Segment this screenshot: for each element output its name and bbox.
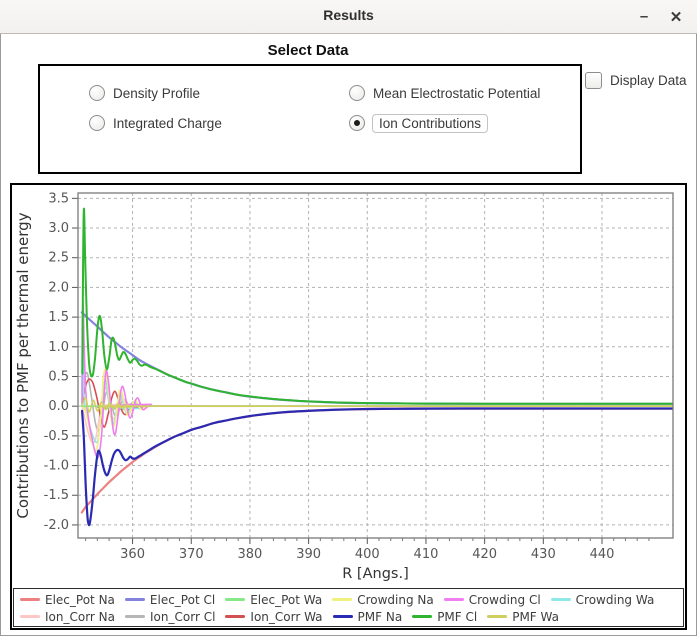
legend-label: PMF Cl <box>437 609 478 624</box>
legend-swatch <box>487 615 508 618</box>
radio-circle[interactable] <box>89 115 105 131</box>
svg-text:R [Angs.]: R [Angs.] <box>342 566 408 582</box>
display-data-label: Display Data <box>610 73 687 88</box>
select-data-groupbox: Density Profile Integrated Charge Mean E… <box>38 64 582 174</box>
display-data-option[interactable]: Display Data <box>585 72 687 89</box>
legend-label: Ion_Corr Cl <box>150 609 216 624</box>
legend-swatch <box>332 615 353 618</box>
legend-label: Crowding Cl <box>468 592 541 607</box>
svg-text:440: 440 <box>590 547 615 562</box>
legend-swatch <box>20 615 40 618</box>
legend-label: PMF Wa <box>512 609 559 624</box>
svg-text:0.5: 0.5 <box>48 369 69 384</box>
legend-swatch <box>550 598 571 601</box>
radio-label: Ion Contributions <box>372 113 489 133</box>
svg-text:380: 380 <box>238 547 263 562</box>
legend-swatch <box>225 598 246 601</box>
legend-label: Elec_Pot Wa <box>250 592 323 607</box>
radio-circle[interactable] <box>89 85 105 101</box>
radio-mean-electrostatic-potential[interactable]: Mean Electrostatic Potential <box>349 83 540 103</box>
select-data-heading: Select Data <box>267 42 349 59</box>
radio-circle[interactable] <box>349 85 365 101</box>
svg-text:-0.5: -0.5 <box>44 429 69 444</box>
legend-swatch <box>20 598 40 601</box>
legend-swatch <box>443 598 464 601</box>
svg-text:1.5: 1.5 <box>48 310 69 325</box>
legend-item: Elec_Pot Wa <box>225 593 322 607</box>
radio-density-profile[interactable]: Density Profile <box>89 83 200 103</box>
legend-item: PMF Na <box>332 609 403 624</box>
minimize-icon[interactable]: – <box>629 0 659 33</box>
svg-text:400: 400 <box>355 547 380 562</box>
radio-integrated-charge[interactable]: Integrated Charge <box>89 113 222 133</box>
svg-text:1.0: 1.0 <box>48 340 69 355</box>
close-icon[interactable]: ✕ <box>661 0 691 33</box>
radio-label: Integrated Charge <box>113 115 222 131</box>
legend-label: Ion_Corr Na <box>45 609 116 624</box>
svg-text:-1.0: -1.0 <box>44 459 69 474</box>
results-window: Results – ✕ Select Data Density Profile … <box>0 0 697 636</box>
radio-label: Density Profile <box>113 85 201 101</box>
legend-label: PMF Na <box>357 609 403 624</box>
svg-text:410: 410 <box>414 547 439 562</box>
legend-item: Elec_Pot Na <box>20 593 115 607</box>
legend-item: Ion_Corr Wa <box>225 609 323 624</box>
legend-label: Elec_Pot Na <box>45 592 115 607</box>
legend-label: Crowding Na <box>357 592 434 607</box>
chart-panel: 360 370 380 390 400 410 420 430 440 -2.0 -1.5 -1.0 -… <box>10 183 687 630</box>
svg-text:2.5: 2.5 <box>48 251 69 266</box>
legend-row: Ion_Corr Na Ion_Corr Cl Ion_Corr Wa PMF Na P… <box>20 608 679 625</box>
svg-text:370: 370 <box>179 547 204 562</box>
legend-swatch <box>125 615 146 618</box>
legend-label: Elec_Pot Cl <box>149 592 216 607</box>
legend-label: Ion_Corr Wa <box>250 609 323 624</box>
svg-text:360: 360 <box>120 547 145 562</box>
svg-text:Contributions to PMF per therm: Contributions to PMF per thermal energy <box>14 212 32 518</box>
svg-text:390: 390 <box>296 547 321 562</box>
legend-row: Elec_Pot Na Elec_Pot Cl Elec_Pot Wa Crowdin… <box>20 591 679 608</box>
legend-item: PMF Cl <box>412 610 477 624</box>
legend-item: Ion_Corr Na <box>20 610 115 624</box>
legend-item: PMF Wa <box>487 610 559 624</box>
legend-item: Ion_Corr Cl <box>125 610 215 624</box>
svg-text:3.5: 3.5 <box>48 191 69 206</box>
legend-label: Crowding Wa <box>575 592 655 607</box>
titlebar: Results – ✕ <box>0 0 697 34</box>
radio-label: Mean Electrostatic Potential <box>373 85 541 101</box>
display-data-checkbox[interactable] <box>585 72 602 89</box>
window-title: Results <box>323 7 374 23</box>
legend-item: Crowding Wa <box>550 592 655 607</box>
svg-text:-1.5: -1.5 <box>44 488 69 503</box>
svg-text:3.0: 3.0 <box>48 221 69 236</box>
legend-swatch <box>332 598 353 601</box>
radio-circle[interactable] <box>349 115 365 131</box>
chart-legend: Elec_Pot Na Elec_Pot Cl Elec_Pot Wa Crowdin… <box>13 588 684 627</box>
radio-ion-contributions[interactable]: Ion Contributions <box>349 113 489 133</box>
legend-swatch <box>124 598 145 601</box>
legend-swatch <box>412 615 433 618</box>
legend-item: Crowding Na <box>332 593 434 607</box>
pmf-chart: 360 370 380 390 400 410 420 430 440 -2.0 -1.5 -1.0 -… <box>14 191 674 582</box>
legend-item: Crowding Cl <box>443 592 541 607</box>
legend-swatch <box>225 615 246 618</box>
svg-text:2.0: 2.0 <box>48 280 69 295</box>
svg-text:-2.0: -2.0 <box>44 518 69 533</box>
svg-text:430: 430 <box>531 547 556 562</box>
legend-item: Elec_Pot Cl <box>124 592 216 607</box>
svg-text:420: 420 <box>472 547 497 562</box>
svg-text:0.0: 0.0 <box>48 399 69 414</box>
